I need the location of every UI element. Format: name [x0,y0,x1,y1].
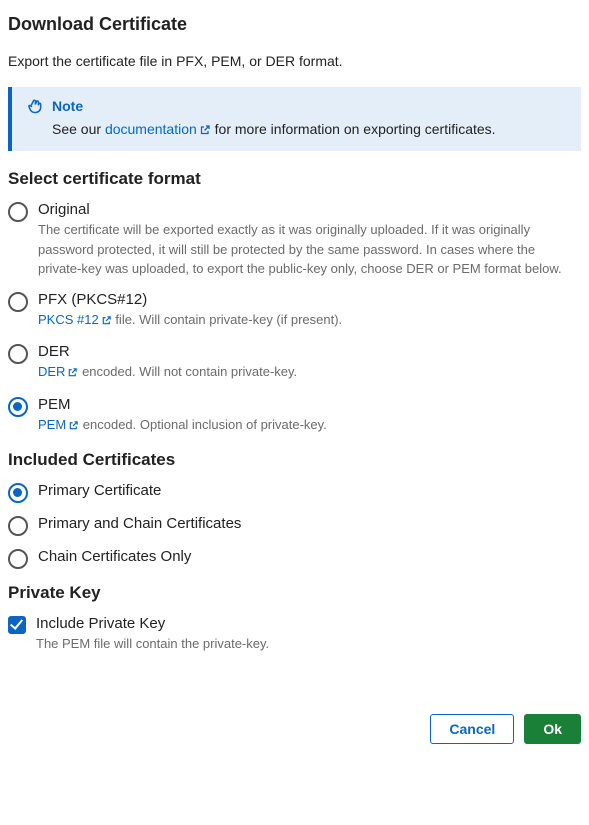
included-label[interactable]: Primary and Chain Certificates [38,515,581,532]
radio-primary[interactable] [8,483,28,503]
format-desc: PKCS #12 file. Will contain private-key … [38,310,581,332]
private-key-label[interactable]: Include Private Key [36,615,581,632]
footer: Cancel Ok [8,714,581,744]
radio-original[interactable] [8,202,28,222]
external-link-icon [199,123,211,139]
format-label[interactable]: PEM [38,396,581,413]
format-option-der: DER DER encoded. Will not contain privat… [8,343,581,384]
ok-button[interactable]: Ok [524,714,581,744]
format-option-pfx: PFX (PKCS#12) PKCS #12 file. Will contai… [8,291,581,332]
included-option-chain-only: Chain Certificates Only [8,548,581,569]
pem-link[interactable]: PEM [38,417,79,432]
radio-primary-and-chain[interactable] [8,516,28,536]
pkcs12-link[interactable]: PKCS #12 [38,312,112,327]
format-desc: PEM encoded. Optional inclusion of priva… [38,415,581,437]
format-section-title: Select certificate format [8,169,581,189]
der-link[interactable]: DER [38,364,78,379]
format-desc: The certificate will be exported exactly… [38,220,581,279]
hand-wave-icon [26,97,44,115]
cancel-button[interactable]: Cancel [430,714,514,744]
note-title: Note [52,98,83,114]
included-section-title: Included Certificates [8,450,581,470]
radio-pfx[interactable] [8,292,28,312]
included-option-primary-and-chain: Primary and Chain Certificates [8,515,581,536]
format-label[interactable]: Original [38,201,581,218]
checkbox-include-private-key[interactable] [8,616,26,634]
external-link-icon [67,364,78,384]
format-desc: DER encoded. Will not contain private-ke… [38,362,581,384]
included-option-primary: Primary Certificate [8,482,581,503]
format-label[interactable]: PFX (PKCS#12) [38,291,581,308]
external-link-icon [68,417,79,437]
private-key-option: Include Private Key The PEM file will co… [8,615,581,654]
included-label[interactable]: Chain Certificates Only [38,548,581,565]
format-label[interactable]: DER [38,343,581,360]
external-link-icon [101,312,112,332]
note-body: See our documentation for more informati… [26,121,567,139]
radio-pem[interactable] [8,397,28,417]
private-key-section-title: Private Key [8,583,581,603]
page-title: Download Certificate [8,14,581,35]
lead-text: Export the certificate file in PFX, PEM,… [8,53,581,69]
format-option-original: Original The certificate will be exporte… [8,201,581,279]
radio-der[interactable] [8,344,28,364]
radio-chain-only[interactable] [8,549,28,569]
format-option-pem: PEM PEM encoded. Optional inclusion of p… [8,396,581,437]
documentation-link[interactable]: documentation [105,121,211,137]
private-key-desc: The PEM file will contain the private-ke… [36,634,581,654]
included-label[interactable]: Primary Certificate [38,482,581,499]
note-box: Note See our documentation for more info… [8,87,581,151]
